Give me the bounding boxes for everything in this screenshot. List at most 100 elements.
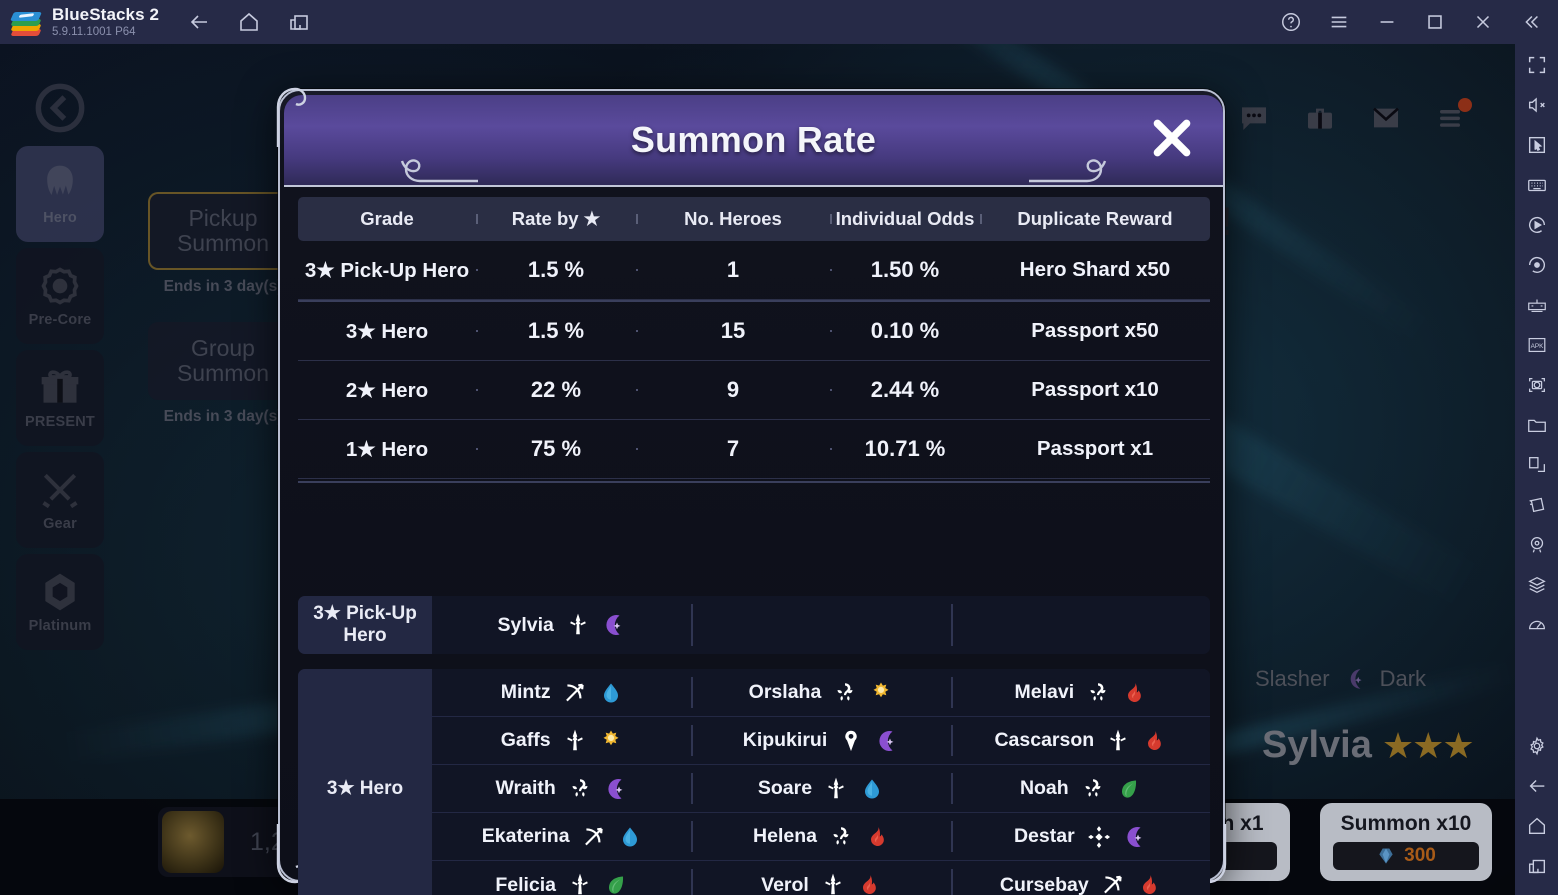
help-icon[interactable] xyxy=(1280,11,1302,33)
back-icon[interactable] xyxy=(187,10,211,34)
cell-heroes: 15 xyxy=(636,318,830,344)
home-icon[interactable] xyxy=(1526,815,1548,837)
game-viewport: 6 Free 273 Paid 0 85,241 xyxy=(0,44,1515,895)
settings-icon[interactable] xyxy=(1526,735,1548,757)
titlebar-nav-group xyxy=(187,10,311,34)
cell-odds: 0.10 % xyxy=(830,318,980,344)
summon-x10-label: Summon x10 xyxy=(1340,812,1472,835)
bag-icon[interactable] xyxy=(1302,102,1338,134)
performance-icon[interactable] xyxy=(1526,614,1548,636)
cell-grade: 1★ Hero xyxy=(345,437,429,461)
sidebar-item-pre-core[interactable]: Pre-Core xyxy=(16,248,104,344)
list-item[interactable]: Ekaterina xyxy=(432,813,692,860)
keyboard-icon[interactable] xyxy=(1526,174,1548,196)
multi-instance-icon[interactable] xyxy=(287,10,311,34)
list-item[interactable]: Mintz xyxy=(432,669,692,716)
gem-icon xyxy=(1376,845,1396,867)
chat-icon[interactable] xyxy=(1236,102,1272,134)
summon-x10-button[interactable]: Summon x10 300 xyxy=(1320,803,1492,881)
table-row: 3★ Pick-Up Hero 1.5 % 1 1.50 % Hero Shar… xyxy=(298,241,1210,300)
macro-record-icon[interactable] xyxy=(1526,254,1548,276)
close-icon[interactable] xyxy=(1472,11,1494,33)
hero-band-label: 3★ Hero xyxy=(298,669,432,895)
hero-element-label: Dark xyxy=(1379,666,1427,691)
slasher-icon xyxy=(567,872,593,895)
corner-ornament-icon xyxy=(272,85,326,149)
list-item[interactable]: Verol xyxy=(691,861,951,895)
hero-name: Orslaha xyxy=(748,681,822,703)
list-item[interactable]: Orslaha xyxy=(691,669,951,716)
dark-icon xyxy=(1123,824,1147,850)
dark-moon-icon xyxy=(1342,666,1368,692)
tab-label: Pickup Summon xyxy=(176,205,270,256)
mail-icon[interactable] xyxy=(1368,102,1404,134)
pickup-band-label: 3★ Pick-Up Hero xyxy=(298,596,432,654)
slasher-icon xyxy=(823,776,849,802)
location-icon[interactable] xyxy=(1526,534,1548,556)
list-item[interactable]: Felicia xyxy=(432,861,692,895)
list-item[interactable]: Wraith xyxy=(432,765,692,812)
list-item[interactable]: Cursebay xyxy=(950,861,1210,895)
app-identity: BlueStacks 2 5.9.11.1001 P64 xyxy=(52,6,159,38)
layers-icon[interactable] xyxy=(1526,574,1548,596)
list-item[interactable]: Gaffs xyxy=(432,717,692,764)
macro-play-icon[interactable] xyxy=(1526,214,1548,236)
sidebar-item-hero[interactable]: Hero xyxy=(16,146,104,242)
home-icon[interactable] xyxy=(237,10,261,34)
app-title: BlueStacks 2 xyxy=(52,5,160,25)
game-controls-icon[interactable] xyxy=(1526,294,1548,316)
hero-name: Mintz xyxy=(500,681,551,703)
cell-odds: 1.50 % xyxy=(830,257,980,283)
list-item[interactable]: Sylvia xyxy=(432,596,692,654)
maximize-icon[interactable] xyxy=(1424,11,1446,33)
hero-stars: ★★★ xyxy=(1381,724,1475,766)
list-item[interactable]: Melavi xyxy=(950,669,1210,716)
list-item[interactable]: Noah xyxy=(950,765,1210,812)
media-folder-icon[interactable] xyxy=(1526,414,1548,436)
cursor-icon[interactable] xyxy=(1526,134,1548,156)
hero-name: Helena xyxy=(753,825,817,847)
mute-icon[interactable] xyxy=(1526,94,1548,116)
hero-name: Cascarson xyxy=(994,729,1095,751)
tab-pickup-summon[interactable]: Pickup Summon xyxy=(148,192,298,270)
recents-icon[interactable] xyxy=(1526,855,1548,877)
mage-icon xyxy=(567,776,593,802)
bluestacks-sidebar: APK xyxy=(1515,44,1558,895)
cell-reward: Passport x50 xyxy=(980,319,1210,343)
sidebar-item-label: PRESENT xyxy=(25,414,95,430)
install-apk-icon[interactable]: APK xyxy=(1526,334,1548,356)
sidebar-item-platinum[interactable]: Platinum xyxy=(16,554,104,650)
list-item[interactable]: Destar xyxy=(950,813,1210,860)
tab-group-summon[interactable]: Group Summon xyxy=(148,322,298,400)
sidebar-item-gear[interactable]: Gear xyxy=(16,452,104,548)
minimize-icon[interactable] xyxy=(1376,11,1398,33)
list-item[interactable]: Helena xyxy=(691,813,951,860)
cell-rate: 1.5 % xyxy=(476,257,636,283)
multi-window-icon[interactable] xyxy=(1526,454,1548,476)
tab-label: Group Summon xyxy=(176,335,270,386)
list-item[interactable]: Soare xyxy=(691,765,951,812)
menu-icon[interactable] xyxy=(1434,98,1472,134)
screenshot-icon[interactable] xyxy=(1526,374,1548,396)
sidebar-item-present[interactable]: PRESENT xyxy=(16,350,104,446)
list-item[interactable]: Cascarson xyxy=(950,717,1210,764)
collapse-icon[interactable] xyxy=(1520,11,1542,33)
swords-icon xyxy=(37,468,83,512)
sidebar-item-label: Platinum xyxy=(28,618,92,634)
hero-row: Mintz Orslaha Melavi xyxy=(432,669,1210,717)
water-icon xyxy=(599,680,623,706)
healer-icon xyxy=(838,728,864,754)
menu-icon[interactable] xyxy=(1328,11,1350,33)
close-icon[interactable] xyxy=(1147,113,1197,163)
hero-type-row: Slasher Dark xyxy=(1255,666,1426,692)
game-sidebar: Hero Pre-Core PRESENT Gear Platinum xyxy=(16,146,104,656)
fullscreen-icon[interactable] xyxy=(1526,54,1548,76)
bluestacks-titlebar: BlueStacks 2 5.9.11.1001 P64 xyxy=(0,0,1558,44)
table-row: 3★ Hero 1.5 % 15 0.10 % Passport x50 xyxy=(298,302,1210,361)
game-back-icon[interactable] xyxy=(34,82,86,134)
list-item[interactable]: Kipukirui xyxy=(691,717,951,764)
hero-name: Wraith xyxy=(495,777,556,799)
back-icon[interactable] xyxy=(1526,775,1548,797)
shake-icon[interactable] xyxy=(1526,494,1548,516)
avatar xyxy=(162,811,224,873)
